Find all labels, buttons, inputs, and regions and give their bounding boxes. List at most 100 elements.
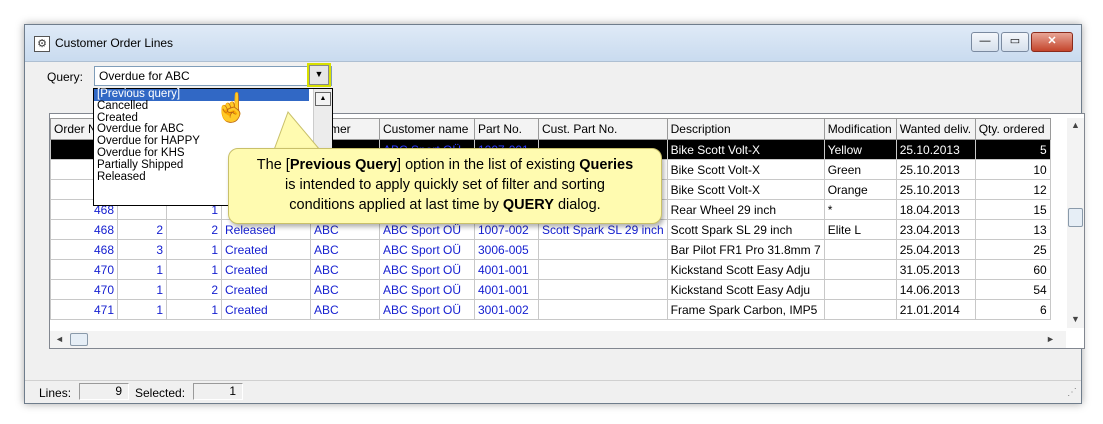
horizontal-scroll-thumb[interactable] <box>70 333 88 346</box>
table-row[interactable]: 470 1 2 Created ABC ABC Sport OÜ 4001-001 Kicks… <box>50 279 1051 300</box>
table-cell[interactable]: 5 <box>974 139 1051 160</box>
table-cell[interactable]: Bike Scott Volt-X <box>666 159 825 180</box>
callout-text: is intended to apply quickly set of filt… <box>285 177 605 193</box>
table-cell[interactable] <box>538 239 668 260</box>
table-cell[interactable] <box>823 279 897 300</box>
table-cell[interactable]: Created <box>221 239 311 260</box>
table-cell[interactable]: 14.06.2013 <box>895 279 976 300</box>
table-cell[interactable]: Created <box>221 299 311 320</box>
table-cell[interactable]: Yellow <box>823 139 897 160</box>
table-cell[interactable]: 60 <box>974 259 1051 280</box>
table-cell[interactable]: 3001-002 <box>474 299 539 320</box>
table-cell[interactable]: Frame Spark Carbon, IMP5 <box>666 299 825 320</box>
vertical-scroll-thumb[interactable] <box>1068 208 1083 227</box>
table-cell[interactable]: 25 <box>974 239 1051 260</box>
table-cell[interactable] <box>538 299 668 320</box>
table-cell[interactable]: Bike Scott Volt-X <box>666 139 825 160</box>
table-cell[interactable]: 31.05.2013 <box>895 259 976 280</box>
table-cell[interactable]: 1 <box>166 299 222 320</box>
table-cell[interactable] <box>823 239 897 260</box>
table-cell[interactable]: 470 <box>50 259 118 280</box>
table-row[interactable]: 470 1 1 Created ABC ABC Sport OÜ 4001-001 Kicks… <box>50 259 1051 280</box>
table-cell[interactable]: 2 <box>117 219 167 240</box>
table-cell[interactable]: 13 <box>974 219 1051 240</box>
table-cell[interactable]: Orange <box>823 179 897 200</box>
table-row[interactable]: 471 1 1 Created ABC ABC Sport OÜ 3001-002 Frame… <box>50 299 1051 320</box>
table-cell[interactable]: 3 <box>117 239 167 260</box>
table-cell[interactable]: 1 <box>117 299 167 320</box>
table-cell[interactable]: ABC Sport OÜ <box>379 239 475 260</box>
table-cell[interactable]: 4001-001 <box>474 279 539 300</box>
table-cell[interactable]: ABC Sport OÜ <box>379 259 475 280</box>
vertical-scrollbar[interactable]: ▲ ▼ <box>1067 118 1084 328</box>
table-cell[interactable]: ABC Sport OÜ <box>379 299 475 320</box>
table-cell[interactable]: 4001-001 <box>474 259 539 280</box>
window-title: Customer Order Lines <box>55 36 174 50</box>
column-header[interactable]: Qty. ordered <box>974 118 1051 140</box>
table-cell[interactable]: 23.04.2013 <box>895 219 976 240</box>
column-header[interactable]: Description <box>666 118 825 140</box>
horizontal-scrollbar[interactable]: ◄ ► <box>50 331 1066 348</box>
table-cell[interactable]: 10 <box>974 159 1051 180</box>
table-cell[interactable]: 470 <box>50 279 118 300</box>
table-cell[interactable]: 3006-005 <box>474 239 539 260</box>
table-cell[interactable]: 1 <box>117 259 167 280</box>
table-cell[interactable] <box>538 259 668 280</box>
table-cell[interactable]: ABC <box>310 299 380 320</box>
table-cell[interactable]: 18.04.2013 <box>895 199 976 220</box>
table-cell[interactable]: 1 <box>117 279 167 300</box>
minimize-button[interactable]: — <box>971 32 999 52</box>
resize-grip-icon[interactable]: ⋰ <box>1067 387 1077 398</box>
table-cell[interactable]: ABC <box>310 259 380 280</box>
table-cell[interactable]: Elite L <box>823 219 897 240</box>
table-cell[interactable]: Bar Pilot FR1 Pro 31.8mm 7 <box>666 239 825 260</box>
table-cell[interactable]: 25.10.2013 <box>895 179 976 200</box>
table-cell[interactable]: ABC <box>310 239 380 260</box>
query-dropdown-button[interactable]: ▼ <box>307 63 331 87</box>
table-cell[interactable]: 468 <box>50 239 118 260</box>
table-cell[interactable]: 6 <box>974 299 1051 320</box>
table-cell[interactable]: 25.04.2013 <box>895 239 976 260</box>
scroll-down-icon[interactable]: ▼ <box>1071 314 1080 324</box>
table-cell[interactable]: Created <box>221 279 311 300</box>
column-header[interactable]: Wanted deliv. <box>895 118 976 140</box>
table-cell[interactable]: 1 <box>166 239 222 260</box>
column-header[interactable]: Part No. <box>474 118 539 140</box>
table-cell[interactable]: * <box>823 199 897 220</box>
table-cell[interactable]: 25.10.2013 <box>895 139 976 160</box>
table-cell[interactable]: ABC <box>310 279 380 300</box>
table-cell[interactable]: 12 <box>974 179 1051 200</box>
table-cell[interactable] <box>538 279 668 300</box>
scroll-left-icon[interactable]: ◄ <box>55 334 64 344</box>
column-header[interactable]: Modification <box>823 118 897 140</box>
table-cell[interactable]: 2 <box>166 279 222 300</box>
scroll-right-icon[interactable]: ► <box>1046 334 1055 344</box>
table-row[interactable]: 468 3 1 Created ABC ABC Sport OÜ 3006-005 Bar P… <box>50 239 1051 260</box>
callout-pointer <box>273 111 322 151</box>
table-cell[interactable]: 25.10.2013 <box>895 159 976 180</box>
table-cell[interactable]: Green <box>823 159 897 180</box>
column-header[interactable]: Cust. Part No. <box>538 118 668 140</box>
table-cell[interactable] <box>823 299 897 320</box>
table-cell[interactable]: Kickstand Scott Easy Adju <box>666 279 825 300</box>
table-cell[interactable]: ABC Sport OÜ <box>379 279 475 300</box>
scroll-up-icon[interactable]: ▲ <box>315 92 331 106</box>
maximize-button[interactable]: ▭ <box>1001 32 1029 52</box>
table-cell[interactable] <box>823 259 897 280</box>
table-cell[interactable]: 21.01.2014 <box>895 299 976 320</box>
table-cell[interactable]: Scott Spark SL 29 inch <box>666 219 825 240</box>
column-header[interactable]: Customer name <box>379 118 475 140</box>
table-cell[interactable]: 468 <box>50 219 118 240</box>
close-button[interactable]: ✕ <box>1031 32 1073 52</box>
table-cell[interactable]: 54 <box>974 279 1051 300</box>
table-cell[interactable]: 2 <box>166 219 222 240</box>
table-cell[interactable]: Kickstand Scott Easy Adju <box>666 259 825 280</box>
table-cell[interactable]: Rear Wheel 29 inch <box>666 199 825 220</box>
query-select[interactable]: Overdue for ABC <box>94 66 332 86</box>
table-cell[interactable]: Bike Scott Volt-X <box>666 179 825 200</box>
table-cell[interactable]: 1 <box>166 259 222 280</box>
scroll-up-icon[interactable]: ▲ <box>1071 120 1080 130</box>
table-cell[interactable]: 15 <box>974 199 1051 220</box>
table-cell[interactable]: 471 <box>50 299 118 320</box>
table-cell[interactable]: Created <box>221 259 311 280</box>
